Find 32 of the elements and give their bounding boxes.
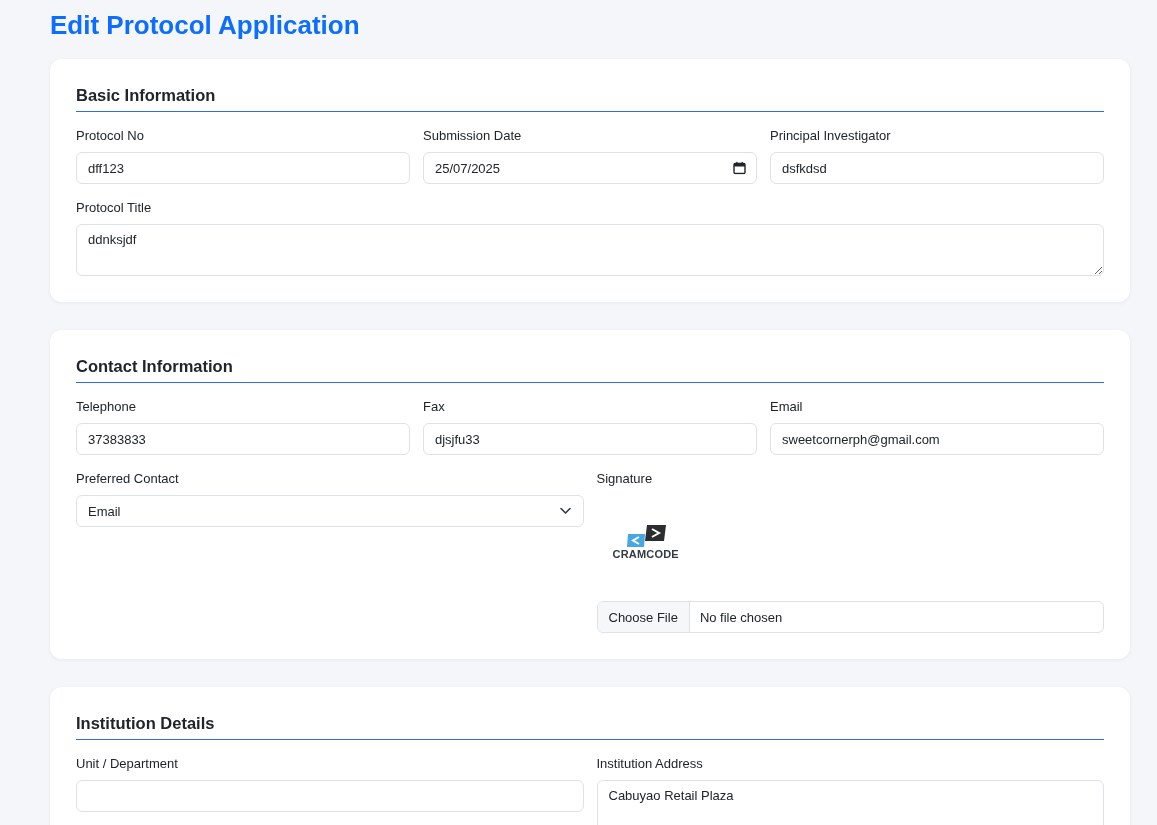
field-label: Protocol Title (76, 199, 152, 217)
text-input[interactable] (76, 780, 584, 812)
text-input[interactable]: sweetcornerph@gmail.com (770, 423, 1104, 455)
field-label: Preferred Contact (76, 470, 179, 488)
text-input[interactable]: 37383833 (76, 423, 410, 455)
textarea-field[interactable]: ddnksjdf (76, 224, 1104, 276)
text-input[interactable]: djsjfu33 (423, 423, 757, 455)
field-label: Fax (423, 398, 445, 416)
choose-file-button[interactable]: Choose File (597, 602, 690, 632)
section-heading: Basic Information (76, 85, 1104, 112)
select-field[interactable]: Email (76, 495, 584, 527)
field-label: Institution Address (596, 755, 703, 773)
textarea-field[interactable]: Cabuyao Retail Plaza (596, 780, 1104, 825)
field-label: Unit / Department (76, 755, 178, 773)
section-heading: Institution Details (76, 713, 1104, 740)
field-label: Principal Investigator (770, 127, 891, 145)
signature-logo-text: CRAMCODE (612, 547, 679, 560)
file-status-text: No file chosen (698, 609, 783, 625)
field-label: Signature (596, 470, 653, 488)
field-label: Email (770, 398, 803, 416)
text-input[interactable]: dff123 (76, 152, 410, 184)
page-title: Edit Protocol Application (50, 9, 360, 41)
code-tiles-icon (624, 523, 667, 548)
field-label: Protocol No (76, 127, 144, 145)
chevron-down-icon (559, 507, 571, 515)
date-input[interactable]: 25/07/2025 (423, 152, 757, 184)
text-input[interactable]: dsfkdsd (770, 152, 1104, 184)
field-label: Submission Date (423, 127, 522, 145)
file-input[interactable]: Choose File No file chosen (596, 601, 1104, 633)
calendar-icon[interactable] (733, 161, 746, 175)
field-label: Telephone (76, 398, 136, 416)
section-heading: Contact Information (76, 356, 1104, 383)
